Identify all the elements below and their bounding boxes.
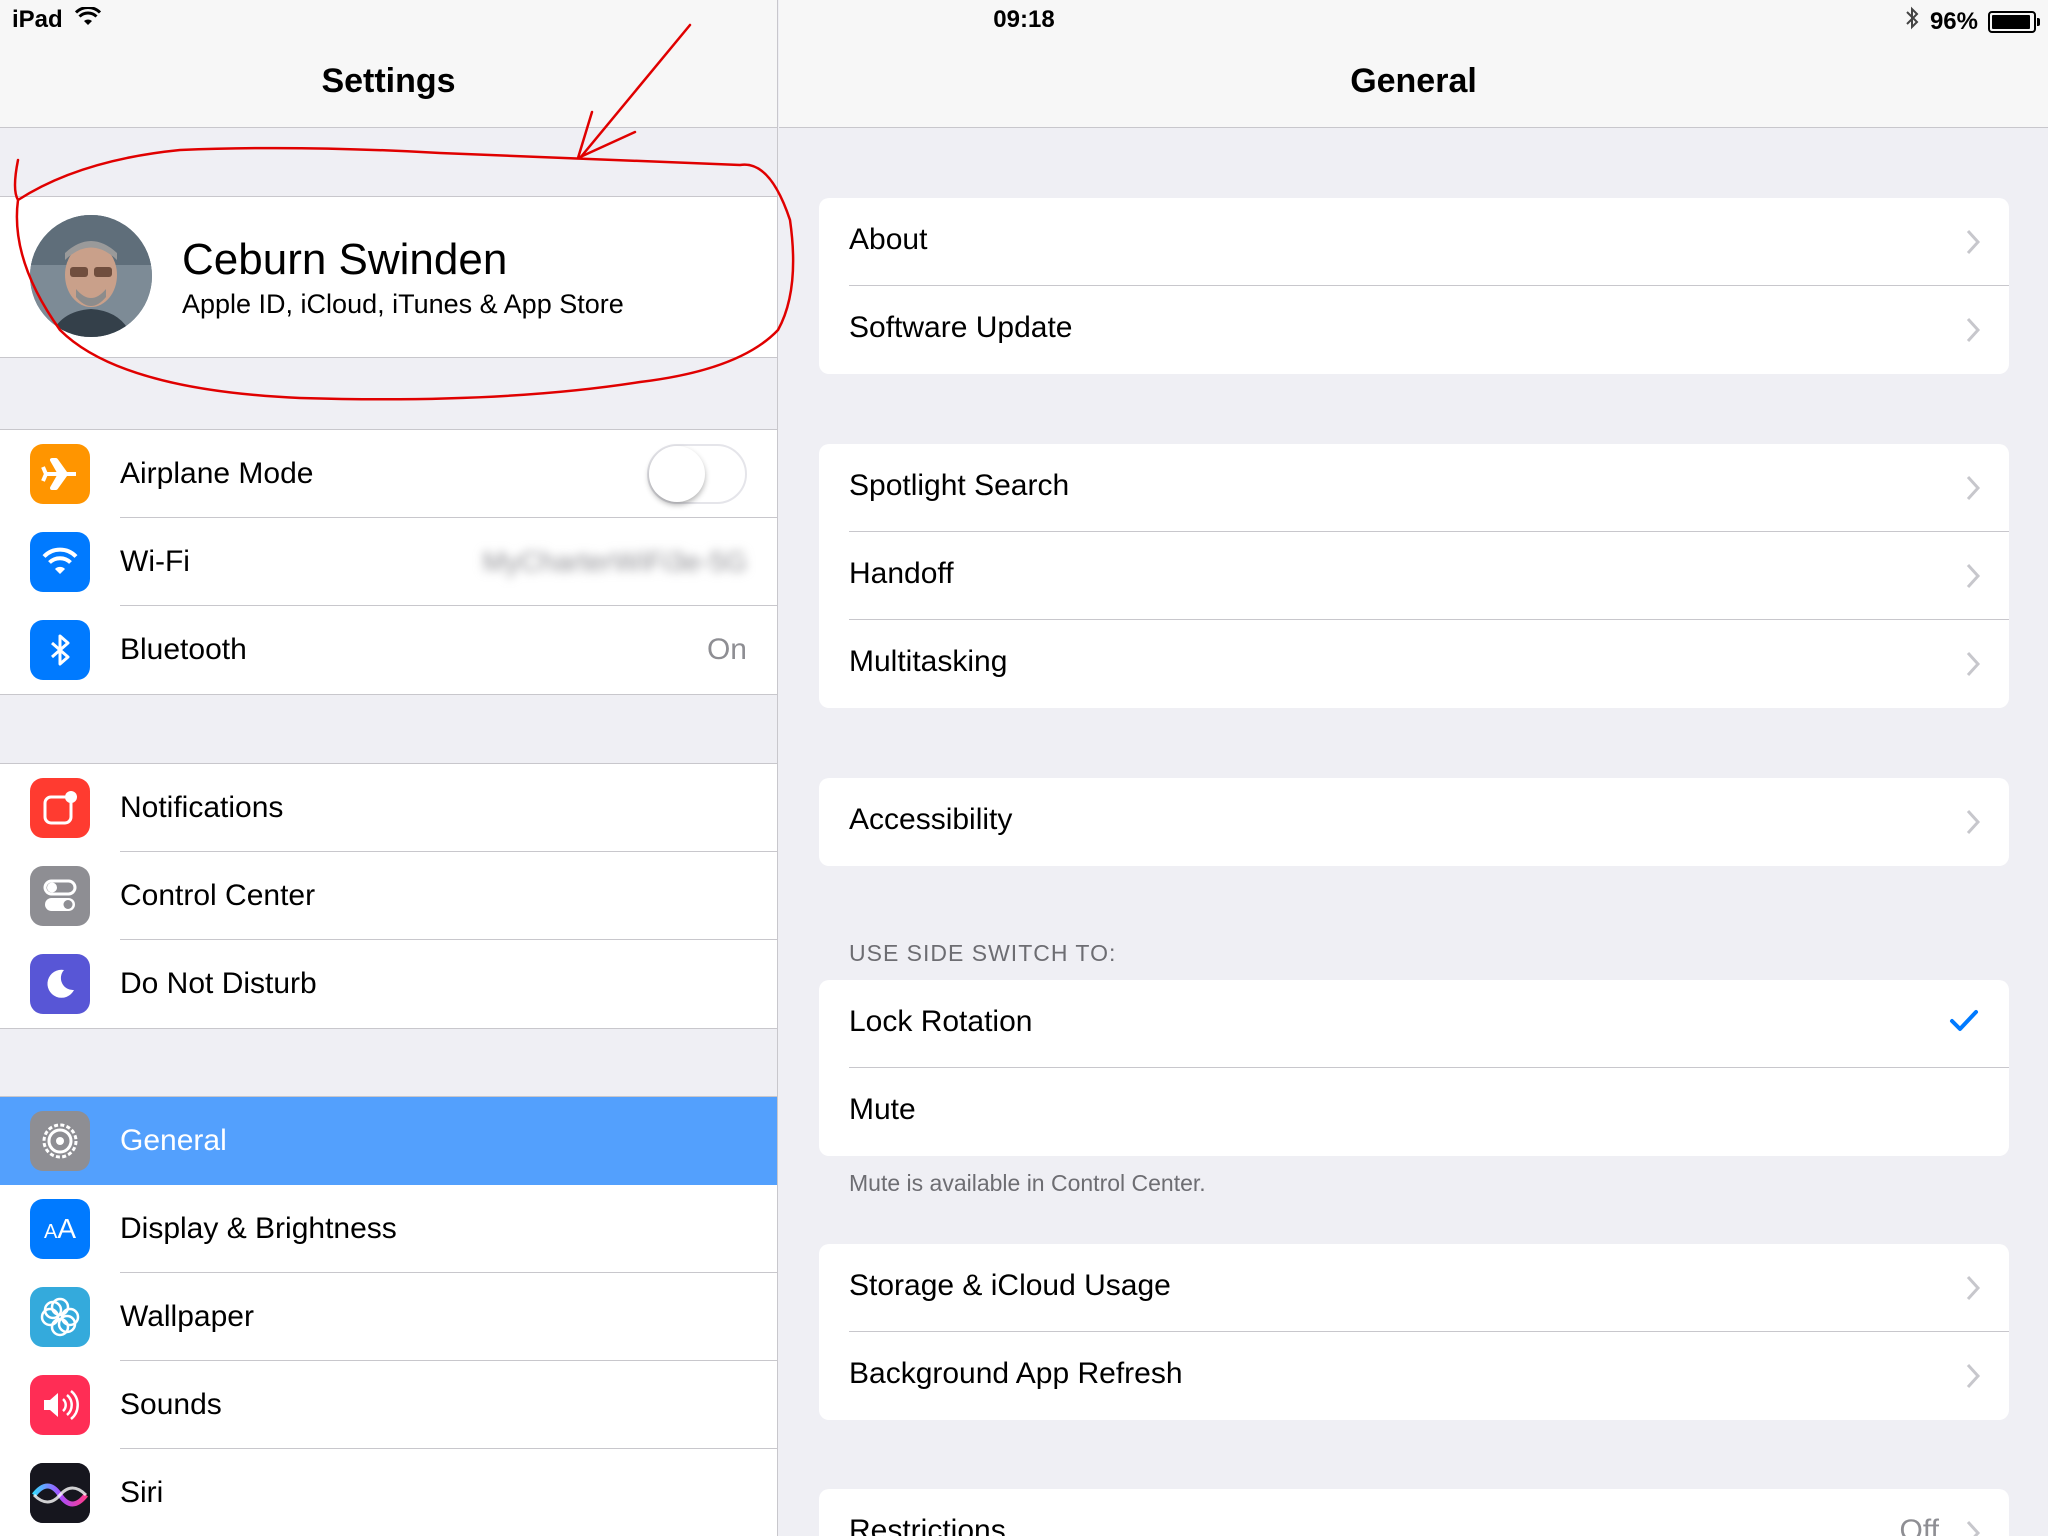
chevron-right-icon: [1966, 809, 1981, 835]
sidebar-item-label: Siri: [120, 1476, 164, 1509]
sidebar-item-label: Sounds: [120, 1388, 222, 1421]
sidebar-item-label: Do Not Disturb: [120, 967, 317, 1000]
chevron-right-icon: [1966, 1520, 1981, 1536]
control-center-icon: [30, 866, 90, 926]
sidebar-item-airplane-mode[interactable]: Airplane Mode: [0, 430, 777, 518]
row-label: About: [849, 223, 928, 256]
sidebar-item-siri[interactable]: Siri: [0, 1449, 777, 1536]
battery-level: [1992, 14, 2031, 29]
status-bar: iPad 09:18 96%: [0, 0, 2048, 40]
sidebar-item-label: Notifications: [120, 791, 284, 824]
display-icon: AA: [30, 1199, 90, 1259]
accessibility-group: Accessibility: [819, 778, 2009, 866]
restrictions-row[interactable]: Restrictions Off: [819, 1489, 2009, 1536]
system-group: Notifications Control Center Do Not Dist…: [0, 763, 777, 1029]
sidebar-item-bluetooth[interactable]: Bluetooth On: [0, 606, 777, 694]
side-switch-group: Lock Rotation Mute: [819, 980, 2009, 1156]
sidebar-item-label: Display & Brightness: [120, 1212, 397, 1245]
mute-row[interactable]: Mute: [819, 1068, 2009, 1156]
profile-name: Ceburn Swinden: [182, 235, 508, 284]
wifi-network-name: MyCharterWiFi3e-5G: [482, 546, 747, 577]
sidebar-item-wifi[interactable]: Wi-Fi MyCharterWiFi3e-5G: [0, 518, 777, 606]
battery-percent: 96%: [1929, 7, 1978, 35]
row-label: Lock Rotation: [849, 1005, 1033, 1038]
sidebar-item-label: Control Center: [120, 879, 316, 912]
general-title: General: [1350, 62, 1477, 100]
settings-sidebar: Settings Ceburn Swinden Apple ID, iCloud…: [0, 0, 778, 1536]
chevron-right-icon: [1966, 1275, 1981, 1301]
notifications-icon: [30, 778, 90, 838]
row-label: Storage & iCloud Usage: [849, 1269, 1171, 1302]
chevron-right-icon: [1966, 651, 1981, 677]
row-label: Spotlight Search: [849, 469, 1070, 502]
toggle-knob: [649, 446, 705, 502]
spotlight-search-row[interactable]: Spotlight Search: [819, 444, 2009, 532]
sidebar-item-label: Airplane Mode: [120, 457, 314, 490]
accessibility-row[interactable]: Accessibility: [819, 778, 2009, 866]
storage-group: Storage & iCloud Usage Background App Re…: [819, 1244, 2009, 1420]
bluetooth-status-icon: [1904, 6, 1920, 37]
sidebar-item-do-not-disturb[interactable]: Do Not Disturb: [0, 940, 777, 1028]
status-time: 09:18: [993, 6, 1055, 33]
restrictions-value: Off: [1899, 1514, 1939, 1536]
wifi-icon: [30, 532, 90, 592]
preferences-group: General AA Display & Brightness Wallpape…: [0, 1096, 777, 1536]
ipad-screen: iPad 09:18 96% Settings Ceburn Swinden A…: [0, 0, 2048, 1536]
chevron-right-icon: [1966, 317, 1981, 343]
lock-rotation-row[interactable]: Lock Rotation: [819, 980, 2009, 1068]
software-update-row[interactable]: Software Update: [819, 286, 2009, 374]
siri-icon: [30, 1463, 90, 1523]
profile-group: Ceburn Swinden Apple ID, iCloud, iTunes …: [0, 196, 777, 358]
airplane-icon: [30, 444, 90, 504]
sounds-icon: [30, 1375, 90, 1435]
gear-icon: [30, 1111, 90, 1171]
chevron-right-icon: [1966, 1363, 1981, 1389]
connectivity-group: Airplane Mode Wi-Fi MyCharterWiFi3e-5G B…: [0, 429, 777, 695]
airplane-mode-toggle[interactable]: [647, 444, 747, 504]
storage-icloud-usage-row[interactable]: Storage & iCloud Usage: [819, 1244, 2009, 1332]
sidebar-item-label: Bluetooth: [120, 633, 247, 666]
display-glyph: AA: [43, 1213, 77, 1244]
background-app-refresh-row[interactable]: Background App Refresh: [819, 1332, 2009, 1420]
checkmark-icon: [1950, 1010, 1978, 1031]
sidebar-item-notifications[interactable]: Notifications: [0, 764, 777, 852]
side-switch-footer: Mute is available in Control Center.: [849, 1170, 1206, 1196]
general-detail-pane: General About Software Update Spotlight …: [779, 0, 2048, 1536]
side-switch-header: USE SIDE SWITCH TO:: [849, 940, 1117, 966]
restrictions-group: Restrictions Off: [819, 1489, 2009, 1536]
apple-id-profile-row[interactable]: Ceburn Swinden Apple ID, iCloud, iTunes …: [0, 197, 777, 357]
sidebar-item-control-center[interactable]: Control Center: [0, 852, 777, 940]
about-row[interactable]: About: [819, 198, 2009, 286]
sidebar-item-display-brightness[interactable]: AA Display & Brightness: [0, 1185, 777, 1273]
about-group: About Software Update: [819, 198, 2009, 374]
sidebar-item-general[interactable]: General: [0, 1097, 777, 1185]
battery-icon: [1988, 10, 2040, 33]
row-label: Mute: [849, 1093, 916, 1126]
sidebar-item-label: Wallpaper: [120, 1300, 254, 1333]
avatar: [30, 215, 152, 337]
bluetooth-value: On: [706, 633, 747, 666]
chevron-right-icon: [1966, 563, 1981, 589]
row-label: Multitasking: [849, 645, 1008, 678]
sidebar-item-sounds[interactable]: Sounds: [0, 1361, 777, 1449]
moon-icon: [30, 954, 90, 1014]
row-label: Handoff: [849, 557, 954, 590]
status-right: 96%: [1904, 6, 2040, 37]
bluetooth-icon: [30, 620, 90, 680]
spotlight-group: Spotlight Search Handoff Multitasking: [819, 444, 2009, 708]
chevron-right-icon: [1966, 229, 1981, 255]
multitasking-row[interactable]: Multitasking: [819, 620, 2009, 708]
row-label: Background App Refresh: [849, 1357, 1183, 1390]
sidebar-item-label: General: [120, 1124, 227, 1157]
wallpaper-icon: [30, 1287, 90, 1347]
sidebar-item-wallpaper[interactable]: Wallpaper: [0, 1273, 777, 1361]
chevron-right-icon: [1966, 475, 1981, 501]
row-label: Accessibility: [849, 803, 1013, 836]
settings-title: Settings: [321, 62, 456, 100]
row-label: Restrictions: [849, 1514, 1006, 1536]
profile-subtitle: Apple ID, iCloud, iTunes & App Store: [182, 289, 624, 319]
sidebar-item-label: Wi-Fi: [120, 545, 190, 578]
handoff-row[interactable]: Handoff: [819, 532, 2009, 620]
row-label: Software Update: [849, 311, 1073, 344]
